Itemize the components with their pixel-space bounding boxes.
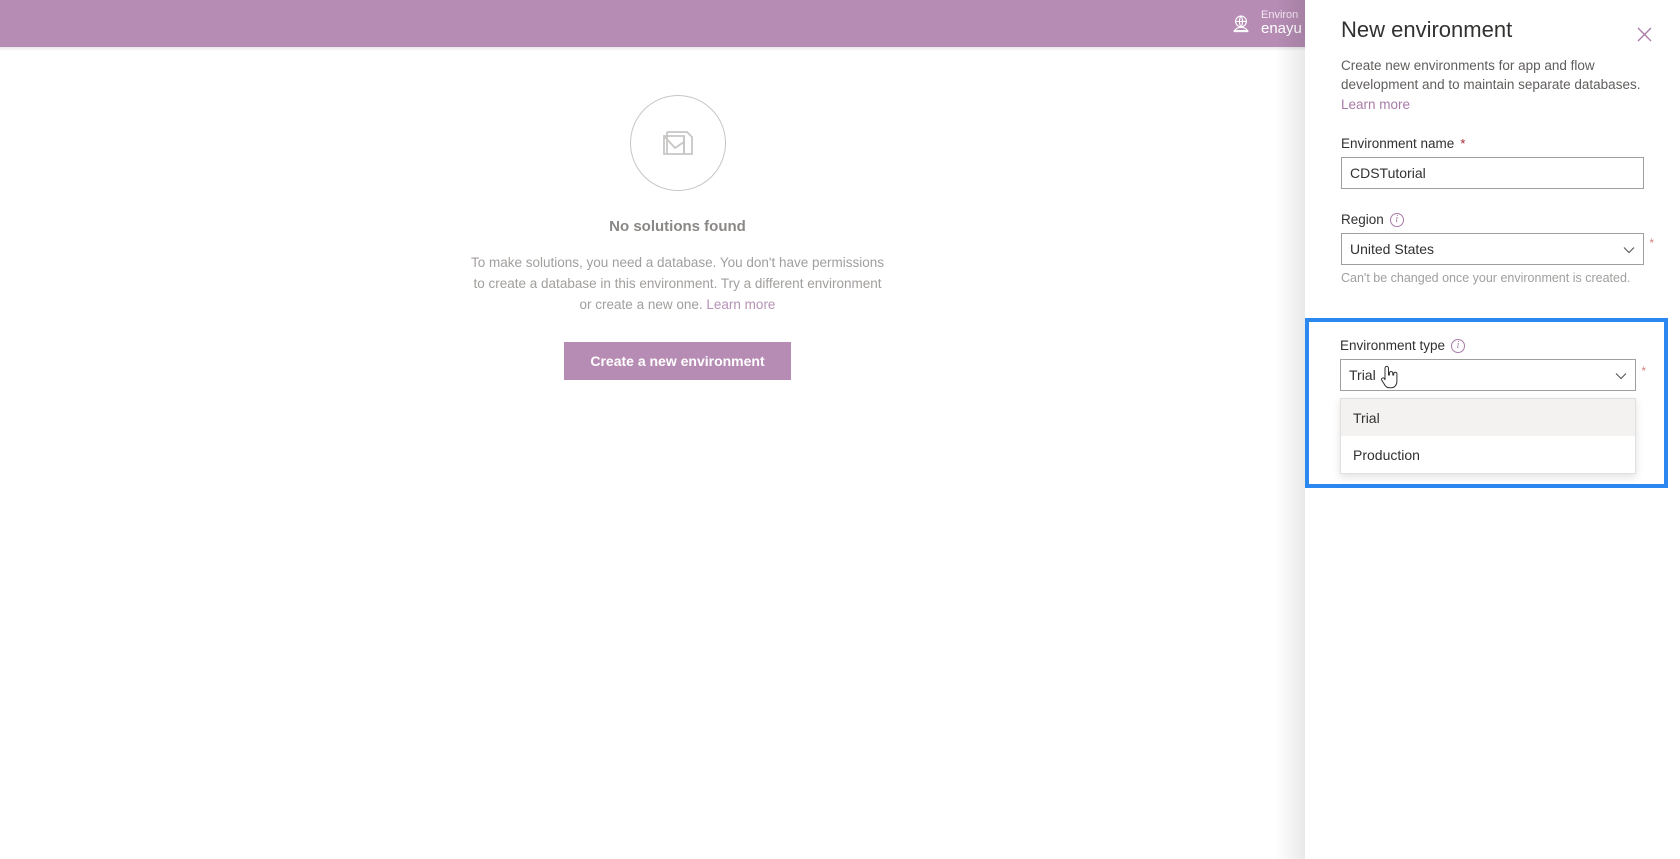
environment-type-label-text: Environment type: [1340, 338, 1446, 353]
app-root: Environ enayu No solutions found To make…: [0, 0, 1680, 859]
environment-name-value: CDSTutorial: [1350, 165, 1426, 182]
environment-name-input[interactable]: CDSTutorial: [1341, 157, 1644, 190]
environment-type-value: Trial: [1349, 367, 1376, 383]
info-icon[interactable]: i: [1451, 338, 1466, 353]
create-new-environment-button[interactable]: Create a new environment: [564, 341, 791, 380]
chevron-down-icon: [1615, 367, 1627, 383]
region-required-mark: *: [1649, 236, 1654, 251]
environment-name-label-text: Environment name: [1341, 136, 1455, 152]
environment-name-required-mark: *: [1460, 136, 1466, 152]
empty-state-body: To make solutions, you need a database. …: [468, 253, 888, 316]
region-label: Region i: [1341, 212, 1644, 227]
panel-drop-shadow: [1275, 0, 1305, 859]
environment-name-field: Environment name * CDSTutorial: [1341, 136, 1644, 190]
close-icon[interactable]: [1628, 18, 1660, 50]
panel-description-text: Create new environments for app and flow…: [1341, 57, 1641, 93]
chevron-down-icon: [1623, 241, 1635, 257]
region-label-text: Region: [1341, 212, 1384, 228]
environment-type-option-production[interactable]: Production: [1341, 436, 1635, 473]
environment-type-dropdown[interactable]: Trial: [1340, 359, 1636, 391]
environment-type-required-mark: *: [1641, 364, 1646, 378]
panel-description: Create new environments for app and flow…: [1341, 56, 1650, 115]
info-icon[interactable]: i: [1389, 212, 1404, 227]
panel-title: New environment: [1341, 17, 1513, 42]
region-value: United States: [1350, 241, 1435, 258]
empty-state: No solutions found To make solutions, yo…: [0, 95, 1355, 380]
empty-state-body-line3: a new one.: [636, 296, 703, 312]
panel-description-learn-more-link[interactable]: Learn more: [1341, 97, 1410, 112]
main-content: No solutions found To make solutions, yo…: [0, 51, 1305, 859]
panel-header: New environment: [1305, 0, 1680, 44]
environment-type-label: Environment type i: [1340, 338, 1636, 353]
empty-state-learn-more-link[interactable]: Learn more: [706, 297, 775, 312]
environment-type-focus-group: Environment type i * Trial Trial Product…: [1305, 318, 1668, 488]
environment-globe-icon: [1230, 13, 1252, 35]
region-dropdown[interactable]: United States: [1341, 233, 1644, 266]
region-field: Region i * United States Can't be change…: [1341, 212, 1654, 287]
environment-type-option-trial[interactable]: Trial: [1341, 399, 1635, 436]
region-hint: Can't be changed once your environment i…: [1341, 271, 1631, 286]
no-solutions-illustration: [629, 95, 726, 191]
environment-name-label: Environment name *: [1341, 136, 1644, 151]
empty-state-title: No solutions found: [609, 218, 746, 235]
environment-type-field: Environment type i * Trial: [1340, 338, 1646, 391]
environment-type-options-menu: Trial Production: [1340, 398, 1636, 474]
